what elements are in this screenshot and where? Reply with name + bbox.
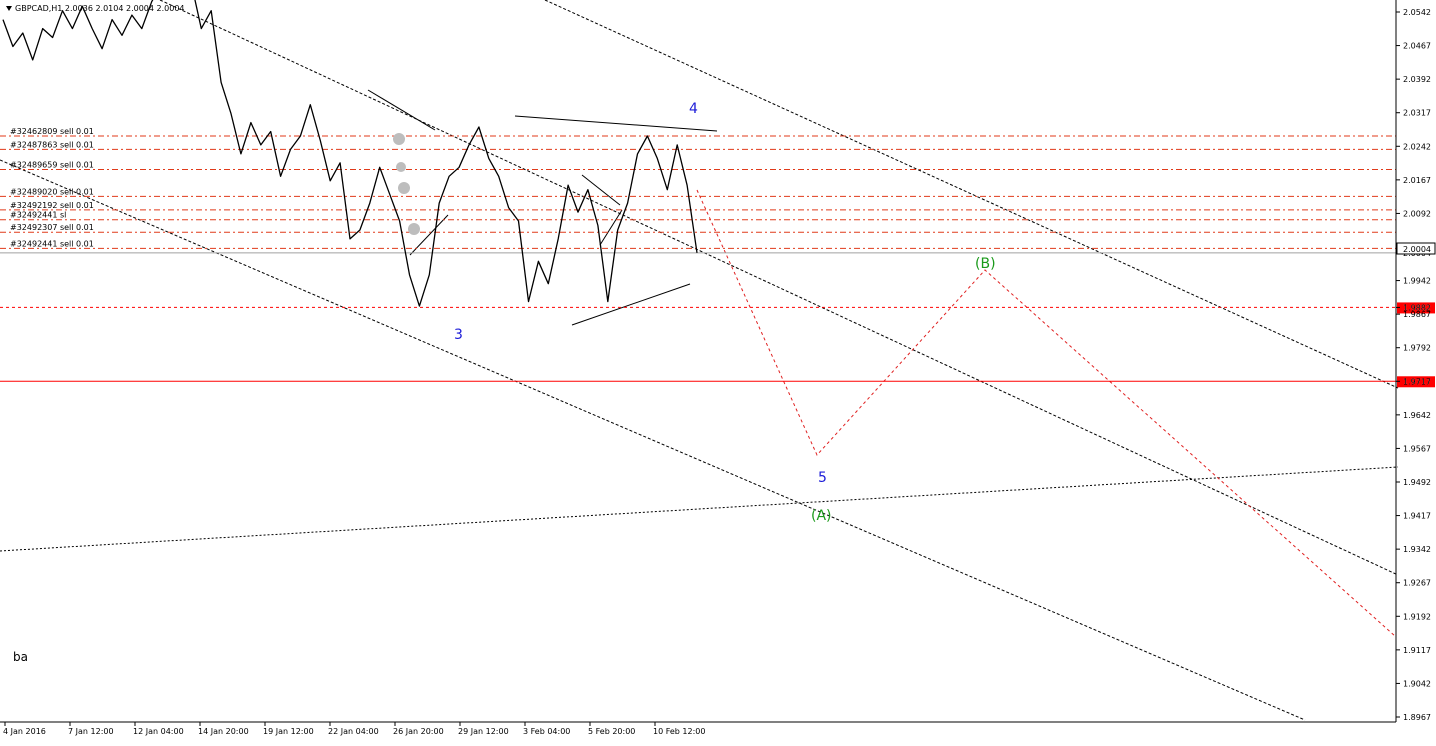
y-tick-label: 1.9342 [1403,545,1431,554]
x-tick-label: 4 Jan 2016 [3,727,46,736]
order-marker[interactable] [398,182,410,194]
y-tick-label: 2.0317 [1403,109,1431,118]
x-tick-label: 3 Feb 04:00 [523,727,570,736]
y-tick-label: 2.0242 [1403,142,1431,151]
y-tick-label: 1.9492 [1403,478,1431,487]
order-label: #32492441 sl [10,211,66,220]
chart-background [0,0,1436,742]
x-tick-label: 26 Jan 20:00 [393,727,444,736]
current-price-label: 2.0004 [1403,245,1431,254]
price-chart[interactable]: #32462809 sell 0.01 #32487863 sell 0.01 #3… [0,0,1436,742]
y-tick-label: 2.0092 [1403,209,1431,218]
y-tick-label: 1.9942 [1403,277,1431,286]
y-tick-label: 1.8967 [1403,713,1431,722]
x-tick-label: 7 Jan 12:00 [68,727,114,736]
order-marker[interactable] [408,223,420,235]
wave-label-a: (A) [811,508,832,524]
y-tick-label: 2.0467 [1403,42,1431,51]
y-tick-label: 2.0392 [1403,75,1431,84]
y-tick-label: 1.9042 [1403,679,1431,688]
order-label: #32492441 sell 0.01 [10,239,94,248]
symbol-header[interactable]: GBPCAD,H1 2.0036 2.0104 2.0004 2.0004 [6,4,185,13]
x-tick-label: 10 Feb 12:00 [653,727,705,736]
order-label: #32489020 sell 0.01 [10,187,94,196]
wave-label-4: 4 [689,101,698,117]
wave-label-3: 3 [454,327,463,343]
order-label: #32489659 sell 0.01 [10,161,94,170]
dropdown-triangle-icon [6,6,12,11]
wave-label-5: 5 [818,470,827,486]
y-tick-label: 1.9192 [1403,612,1431,621]
order-label: #32462809 sell 0.01 [10,127,94,136]
y-tick-label: 1.9792 [1403,344,1431,353]
chart-area[interactable]: #32462809 sell 0.01 #32487863 sell 0.01 #3… [0,0,1436,742]
y-tick-label: 1.9417 [1403,512,1431,521]
y-tick-label: 1.9642 [1403,411,1431,420]
y-tick-label: 1.9717 [1403,377,1431,386]
order-label: #32492307 sell 0.01 [10,223,94,232]
y-tick-label: 2.0542 [1403,8,1431,17]
x-tick-label: 14 Jan 20:00 [198,727,249,736]
x-tick-label: 19 Jan 12:00 [263,727,314,736]
order-label: #32487863 sell 0.01 [10,140,94,149]
y-tick-label: 1.9267 [1403,579,1431,588]
y-tick-label: 2.0167 [1403,176,1431,185]
y-tick-label: 1.9867 [1403,310,1431,319]
symbol-info: GBPCAD,H1 2.0036 2.0104 2.0004 2.0004 [15,4,185,13]
order-marker[interactable] [393,133,405,145]
x-tick-label: 29 Jan 12:00 [458,727,509,736]
wave-label-b: (B) [975,256,996,272]
y-tick-label: 1.9117 [1403,646,1431,655]
x-tick-label: 22 Jan 04:00 [328,727,379,736]
y-tick-label: 1.9567 [1403,444,1431,453]
chart-note: ba [13,650,28,664]
order-label: #32492192 sell 0.01 [10,201,94,210]
x-tick-label: 12 Jan 04:00 [133,727,184,736]
x-tick-label: 5 Feb 20:00 [588,727,635,736]
order-marker[interactable] [396,162,406,172]
